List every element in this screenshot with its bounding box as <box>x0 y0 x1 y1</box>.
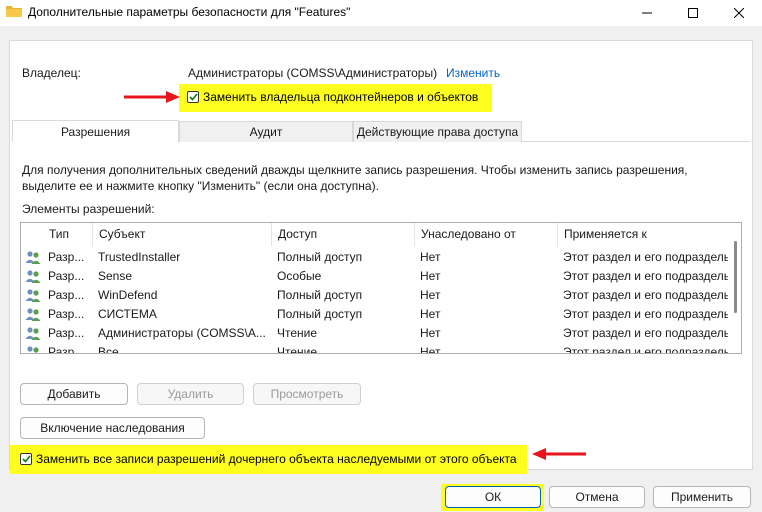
red-arrow-icon <box>532 448 586 460</box>
table-row[interactable]: Разр... WinDefend Полный доступ Нет Этот раз… <box>21 286 731 305</box>
cell-principal: Администраторы (COMSS\А... <box>98 326 266 340</box>
cell-applies-to: Этот раздел и его подраздель <box>563 307 728 321</box>
cell-inherited-from: Нет <box>420 326 441 340</box>
column-header-inherited-from[interactable]: Унаследовано от <box>415 223 558 246</box>
user-group-icon <box>25 327 41 340</box>
apply-button[interactable]: Применить <box>653 486 751 508</box>
cell-access: Чтение <box>277 326 318 340</box>
close-button[interactable] <box>716 0 762 26</box>
cell-type: Разр... <box>48 345 85 354</box>
cell-access: Полный доступ <box>277 307 363 321</box>
permission-entries-label: Элементы разрешений: <box>22 202 155 216</box>
maximize-icon <box>688 8 698 18</box>
cancel-button[interactable]: Отмена <box>549 486 645 508</box>
enable-inheritance-button[interactable]: Включение наследования <box>20 417 205 439</box>
checkmark-icon <box>21 455 31 463</box>
cell-principal: WinDefend <box>98 288 158 302</box>
cell-principal: СИСТЕМА <box>98 307 157 321</box>
tab-effective-access[interactable]: Действующие права доступа <box>353 121 522 142</box>
cell-access: Особые <box>277 269 322 283</box>
cell-inherited-from: Нет <box>420 288 441 302</box>
replace-child-permissions-checkbox[interactable] <box>20 453 32 465</box>
folder-icon <box>6 6 22 17</box>
cell-access: Полный доступ <box>277 288 363 302</box>
window-title: Дополнительные параметры безопасности дл… <box>28 5 351 19</box>
add-button[interactable]: Добавить <box>20 383 128 405</box>
table-row[interactable]: Разр... Администраторы (COMSS\А... Чтение Н… <box>21 324 731 343</box>
title-bar: Дополнительные параметры безопасности дл… <box>0 0 762 26</box>
table-row[interactable]: Разр... Sense Особые Нет Этот раздел и его п… <box>21 267 731 286</box>
tab-effective-access-label: Действующие права доступа <box>356 125 519 139</box>
cell-inherited-from: Нет <box>420 345 441 354</box>
checkmark-icon <box>188 93 198 101</box>
view-button[interactable]: Просмотреть <box>253 383 361 405</box>
user-group-icon <box>25 270 41 283</box>
cell-applies-to: Этот раздел и его подраздель <box>563 250 728 264</box>
tab-audit-label: Аудит <box>249 125 283 139</box>
delete-button[interactable]: Удалить <box>137 383 244 405</box>
list-header: Тип Субъект Доступ Унаследовано от Приме… <box>21 223 741 246</box>
info-text: Для получения дополнительных сведений дв… <box>22 163 688 193</box>
cell-principal: Sense <box>98 269 133 283</box>
cell-access: Полный доступ <box>277 250 363 264</box>
user-group-icon <box>25 251 41 264</box>
cell-principal: Все <box>98 345 119 354</box>
change-owner-link[interactable]: Изменить <box>446 66 500 80</box>
user-group-icon <box>25 289 41 302</box>
cell-type: Разр... <box>48 269 85 283</box>
owner-value: Администраторы (COMSS\Администраторы) <box>188 66 438 80</box>
column-header-principal[interactable]: Субъект <box>93 223 272 246</box>
column-header-access[interactable]: Доступ <box>272 223 415 246</box>
minimize-button[interactable] <box>624 0 670 26</box>
list-scrollbar[interactable] <box>734 241 737 313</box>
cell-type: Разр... <box>48 307 85 321</box>
column-header-applies-to[interactable]: Применяется к <box>558 223 728 246</box>
cell-type: Разр... <box>48 326 85 340</box>
cell-access: Чтение <box>277 345 318 354</box>
cell-applies-to: Этот раздел и его подраздель <box>563 345 728 354</box>
cell-applies-to: Этот раздел и его подраздель <box>563 326 728 340</box>
cell-inherited-from: Нет <box>420 307 441 321</box>
cell-principal: TrustedInstaller <box>98 250 181 264</box>
replace-child-permissions-label: Заменить все записи разрешений дочернего… <box>36 452 517 466</box>
cell-applies-to: Этот раздел и его подраздель <box>563 269 728 283</box>
table-row[interactable]: Разр... Все Чтение Нет Этот раздел и его под… <box>21 343 731 354</box>
user-group-icon <box>27 346 39 353</box>
cell-applies-to: Этот раздел и его подраздель <box>563 288 728 302</box>
ok-button[interactable]: ОК <box>445 486 541 508</box>
permission-entries-list[interactable]: Тип Субъект Доступ Унаследовано от Приме… <box>20 222 742 354</box>
owner-label: Владелец: <box>22 66 81 80</box>
cell-type: Разр... <box>48 288 85 302</box>
cell-inherited-from: Нет <box>420 250 441 264</box>
column-header-type[interactable]: Тип <box>43 223 93 246</box>
table-row[interactable]: Разр... TrustedInstaller Полный доступ Нет Э… <box>21 248 731 267</box>
tab-audit[interactable]: Аудит <box>179 121 353 142</box>
cell-inherited-from: Нет <box>420 269 441 283</box>
cell-type: Разр... <box>48 250 85 264</box>
tab-permissions[interactable]: Разрешения <box>12 120 179 142</box>
minimize-icon <box>642 12 652 14</box>
maximize-button[interactable] <box>670 0 716 26</box>
close-icon <box>734 8 744 18</box>
tab-permissions-label: Разрешения <box>60 124 131 139</box>
user-group-icon <box>25 308 41 321</box>
replace-owner-checkbox[interactable] <box>187 91 199 103</box>
table-row[interactable]: Разр... СИСТЕМА Полный доступ Нет Этот разде… <box>21 305 731 324</box>
red-arrow-icon <box>124 91 180 103</box>
replace-owner-label: Заменить владельца подконтейнеров и объе… <box>203 90 479 104</box>
